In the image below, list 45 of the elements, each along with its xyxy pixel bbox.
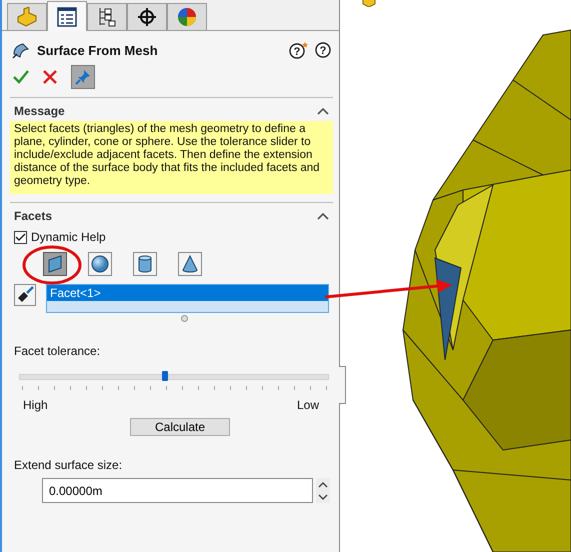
slider-track[interactable] (19, 374, 329, 380)
color-ball-icon (177, 7, 197, 27)
cone-icon (181, 255, 199, 273)
slider-thumb[interactable] (162, 371, 168, 381)
checkbox[interactable] (14, 230, 27, 244)
slider-max-label: Low (296, 398, 319, 412)
cancel-x-icon[interactable] (43, 70, 57, 84)
crosshair-icon (137, 7, 157, 27)
panel-tab[interactable] (87, 3, 127, 30)
calculate-button[interactable]: Calculate (130, 418, 230, 436)
spin-buttons[interactable] (316, 478, 330, 503)
annotation-circle (22, 246, 82, 284)
pushpin-icon (75, 69, 91, 85)
section-heading: Message (14, 104, 65, 118)
brush-icon (16, 286, 34, 304)
collapse-chevron-icon[interactable] (317, 107, 329, 115)
tree-icon (97, 7, 117, 27)
resize-handle[interactable] (181, 315, 188, 322)
field-label: Facet tolerance: (13, 343, 102, 358)
list-icon (57, 6, 77, 26)
panel-tab[interactable] (47, 1, 87, 31)
list-item[interactable]: Facet<1> (47, 285, 328, 301)
cylinder-icon (138, 255, 152, 273)
field-label: Extend surface size: (13, 457, 124, 472)
panel-tab[interactable] (127, 3, 167, 30)
number-input[interactable]: 0.00000m (42, 478, 313, 503)
plane-icon (47, 255, 63, 273)
help-icon[interactable]: ? (315, 42, 331, 58)
section-heading: Facets (14, 209, 52, 223)
paint-brush-button[interactable] (14, 284, 36, 306)
part-icon (362, 0, 376, 7)
sphere-icon (91, 255, 109, 273)
geometry-type-button[interactable] (88, 252, 112, 276)
slider-min-label: High (23, 398, 48, 412)
selection-list[interactable]: Facet<1> (46, 284, 329, 313)
part-icon (16, 7, 38, 27)
feature-title: Surface From Mesh (37, 42, 158, 58)
checkbox-label: Dynamic Help (31, 230, 106, 244)
collapse-chevron-icon[interactable] (317, 212, 329, 220)
ok-check-icon[interactable] (13, 70, 29, 84)
geometry-type-button[interactable] (133, 252, 157, 276)
help-message: Select facets (triangles) of the mesh geometry to define a plane, cylinder, cone or sphere. Use the tolerance slider to include/exclude adjacent facets. Then define the extension distance of the surface body that fits the included facets and geometry type. (10, 121, 333, 194)
geometry-type-button[interactable] (178, 252, 202, 276)
panel-splitter-handle[interactable] (339, 366, 346, 404)
geometry-type-button[interactable] (43, 252, 67, 276)
